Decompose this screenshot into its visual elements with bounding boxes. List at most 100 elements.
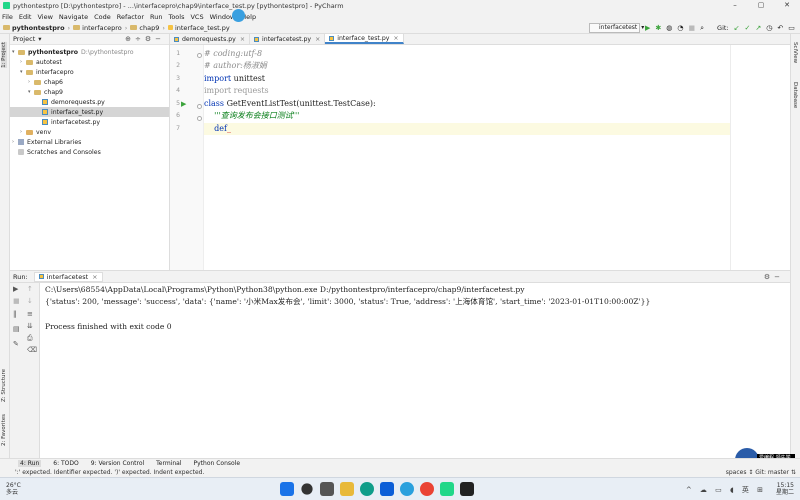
- run-icon[interactable]: ▶: [645, 22, 650, 34]
- breadcrumb-chap9[interactable]: chap9 ›: [130, 24, 165, 32]
- tree-item-interfacepro[interactable]: ▾ interfacepro: [10, 67, 169, 77]
- run-configuration-select[interactable]: interfacetest ▾: [589, 23, 644, 33]
- pin-icon[interactable]: ✎: [13, 340, 19, 348]
- rollback-icon[interactable]: ↶: [777, 22, 783, 34]
- git-commit-icon[interactable]: ✓: [745, 22, 751, 34]
- status-right[interactable]: spaces ↕ Git: master ⇅: [726, 468, 796, 477]
- structure-tool-tab[interactable]: Z: Structure: [1, 369, 7, 402]
- chrome-icon[interactable]: [420, 482, 434, 496]
- tree-item-pythontestpro[interactable]: ▾ pythontestpro D:\pythontestpro: [10, 47, 169, 57]
- coverage-icon[interactable]: ◍: [666, 22, 672, 34]
- file-explorer-icon[interactable]: [340, 482, 354, 496]
- layout-icon[interactable]: ▤: [13, 325, 20, 333]
- pycharm-icon: [3, 2, 10, 9]
- tool-version-control[interactable]: 9: Version Control: [91, 460, 144, 467]
- pycharm-taskbar-icon[interactable]: [440, 482, 454, 496]
- fold-icon[interactable]: [197, 116, 202, 121]
- tree-item-chap9[interactable]: ▾ chap9: [10, 87, 169, 97]
- browser-icon[interactable]: [400, 482, 414, 496]
- tab-interface-test[interactable]: interface_test.py ×: [325, 34, 404, 44]
- menu-vcs[interactable]: VCS: [190, 13, 203, 21]
- print-icon[interactable]: ⎙: [27, 334, 33, 343]
- tab-demorequests[interactable]: demorequests.py ×: [170, 34, 251, 44]
- menu-code[interactable]: Code: [94, 13, 111, 21]
- console-output[interactable]: C:\Users\68554\AppData\Local\Programs\Py…: [40, 283, 790, 458]
- menu-view[interactable]: View: [37, 13, 52, 21]
- run-tab[interactable]: interfacetest ×: [33, 271, 103, 282]
- project-header-label[interactable]: Project: [13, 35, 35, 43]
- menu-navigate[interactable]: Navigate: [59, 13, 88, 21]
- tool-python-console[interactable]: Python Console: [194, 460, 241, 467]
- menu-edit[interactable]: Edit: [19, 13, 32, 21]
- tree-item-demorequests[interactable]: demorequests.py: [10, 97, 169, 107]
- git-push-icon[interactable]: ↗: [755, 22, 761, 34]
- run-label: Run:: [13, 272, 28, 281]
- database-tool-tab[interactable]: Database: [792, 82, 798, 108]
- tool-todo[interactable]: 6: TODO: [53, 460, 78, 467]
- stop-icon[interactable]: ■: [13, 297, 20, 305]
- menu-refactor[interactable]: Refactor: [117, 13, 144, 21]
- search-icon[interactable]: ⌕: [700, 22, 704, 34]
- store-icon[interactable]: [380, 482, 394, 496]
- close-tab-icon[interactable]: ×: [315, 36, 320, 43]
- profile-icon[interactable]: ◔: [677, 22, 683, 34]
- trash-icon[interactable]: ⌫: [27, 346, 37, 354]
- tool-run[interactable]: 4: Run: [18, 460, 42, 467]
- edge-icon[interactable]: [360, 482, 374, 496]
- tree-item-chap6[interactable]: › chap6: [10, 77, 169, 87]
- breadcrumb-interfacepro[interactable]: interfacepro ›: [73, 24, 127, 32]
- close-button[interactable]: ✕: [774, 0, 800, 11]
- run-panel-icons[interactable]: ⚙−: [764, 273, 784, 281]
- maximize-button[interactable]: ▢: [748, 0, 774, 11]
- folder-icon: [26, 69, 33, 75]
- tree-item-interface-test[interactable]: interface_test.py: [10, 107, 169, 117]
- weather-widget[interactable]: 26°C 多云: [6, 482, 21, 496]
- floating-record-icon[interactable]: [232, 9, 245, 22]
- run-gutter-icon[interactable]: ▶: [181, 100, 186, 108]
- close-tab-icon[interactable]: ×: [393, 35, 398, 42]
- debug-icon[interactable]: ✱: [655, 22, 661, 34]
- breadcrumb-file[interactable]: interface_test.py: [167, 24, 230, 32]
- line-number: 5: [176, 99, 180, 107]
- tree-item-venv[interactable]: › venv: [10, 127, 169, 137]
- minimize-button[interactable]: –: [722, 0, 748, 11]
- code-editor[interactable]: # coding:utf-8 # author:杨淑娟 import unitt…: [204, 45, 730, 270]
- python-file-icon: [42, 109, 48, 115]
- scroll-end-icon[interactable]: ⇊: [27, 322, 33, 330]
- sciview-tool-tab[interactable]: SciView: [792, 42, 798, 63]
- tree-item-external-libraries[interactable]: › External Libraries: [10, 137, 169, 147]
- menu-tools[interactable]: Tools: [168, 13, 184, 21]
- start-icon[interactable]: [280, 482, 294, 496]
- system-tray-icons[interactable]: ^ ☁ ▭ ◖ 英 ⊞: [686, 485, 766, 495]
- menu-file[interactable]: File: [2, 13, 13, 21]
- tab-interfacetest[interactable]: interfacetest.py ×: [250, 34, 326, 44]
- fold-icon[interactable]: [197, 53, 202, 58]
- fold-icon[interactable]: [197, 104, 202, 109]
- git-update-icon[interactable]: ↙: [734, 22, 740, 34]
- down-icon[interactable]: ↓: [27, 297, 33, 305]
- tree-item-autotest[interactable]: › autotest: [10, 57, 169, 67]
- terminal-icon[interactable]: [460, 482, 474, 496]
- task-view-icon[interactable]: [320, 482, 334, 496]
- project-tool-tab[interactable]: 1: Project: [1, 42, 7, 68]
- tree-item-scratches[interactable]: Scratches and Consoles: [10, 147, 169, 157]
- pause-icon[interactable]: ‖: [13, 310, 17, 318]
- tool-terminal[interactable]: Terminal: [156, 460, 181, 467]
- up-icon[interactable]: ↑: [27, 285, 33, 293]
- favorites-tool-tab[interactable]: 2: Favorites: [1, 414, 7, 446]
- rerun-icon[interactable]: ▶: [13, 285, 18, 293]
- menu-run[interactable]: Run: [150, 13, 162, 21]
- breadcrumb-project[interactable]: pythontestpro ›: [3, 24, 70, 32]
- close-tab-icon[interactable]: ×: [92, 273, 97, 281]
- wrap-icon[interactable]: ≡: [27, 310, 33, 318]
- search-icon[interactable]: [301, 483, 313, 495]
- stop-icon[interactable]: ■: [688, 22, 695, 34]
- project-header-icons[interactable]: ⊕÷⚙−: [125, 35, 165, 43]
- git-label: Git:: [717, 24, 729, 32]
- settings-icon[interactable]: ▭: [788, 22, 795, 34]
- history-icon[interactable]: ◷: [766, 22, 772, 34]
- clock[interactable]: 15:15 星期二: [776, 482, 794, 496]
- library-icon: [18, 139, 24, 145]
- tree-item-interfacetest[interactable]: interfacetest.py: [10, 117, 169, 127]
- close-tab-icon[interactable]: ×: [240, 36, 245, 43]
